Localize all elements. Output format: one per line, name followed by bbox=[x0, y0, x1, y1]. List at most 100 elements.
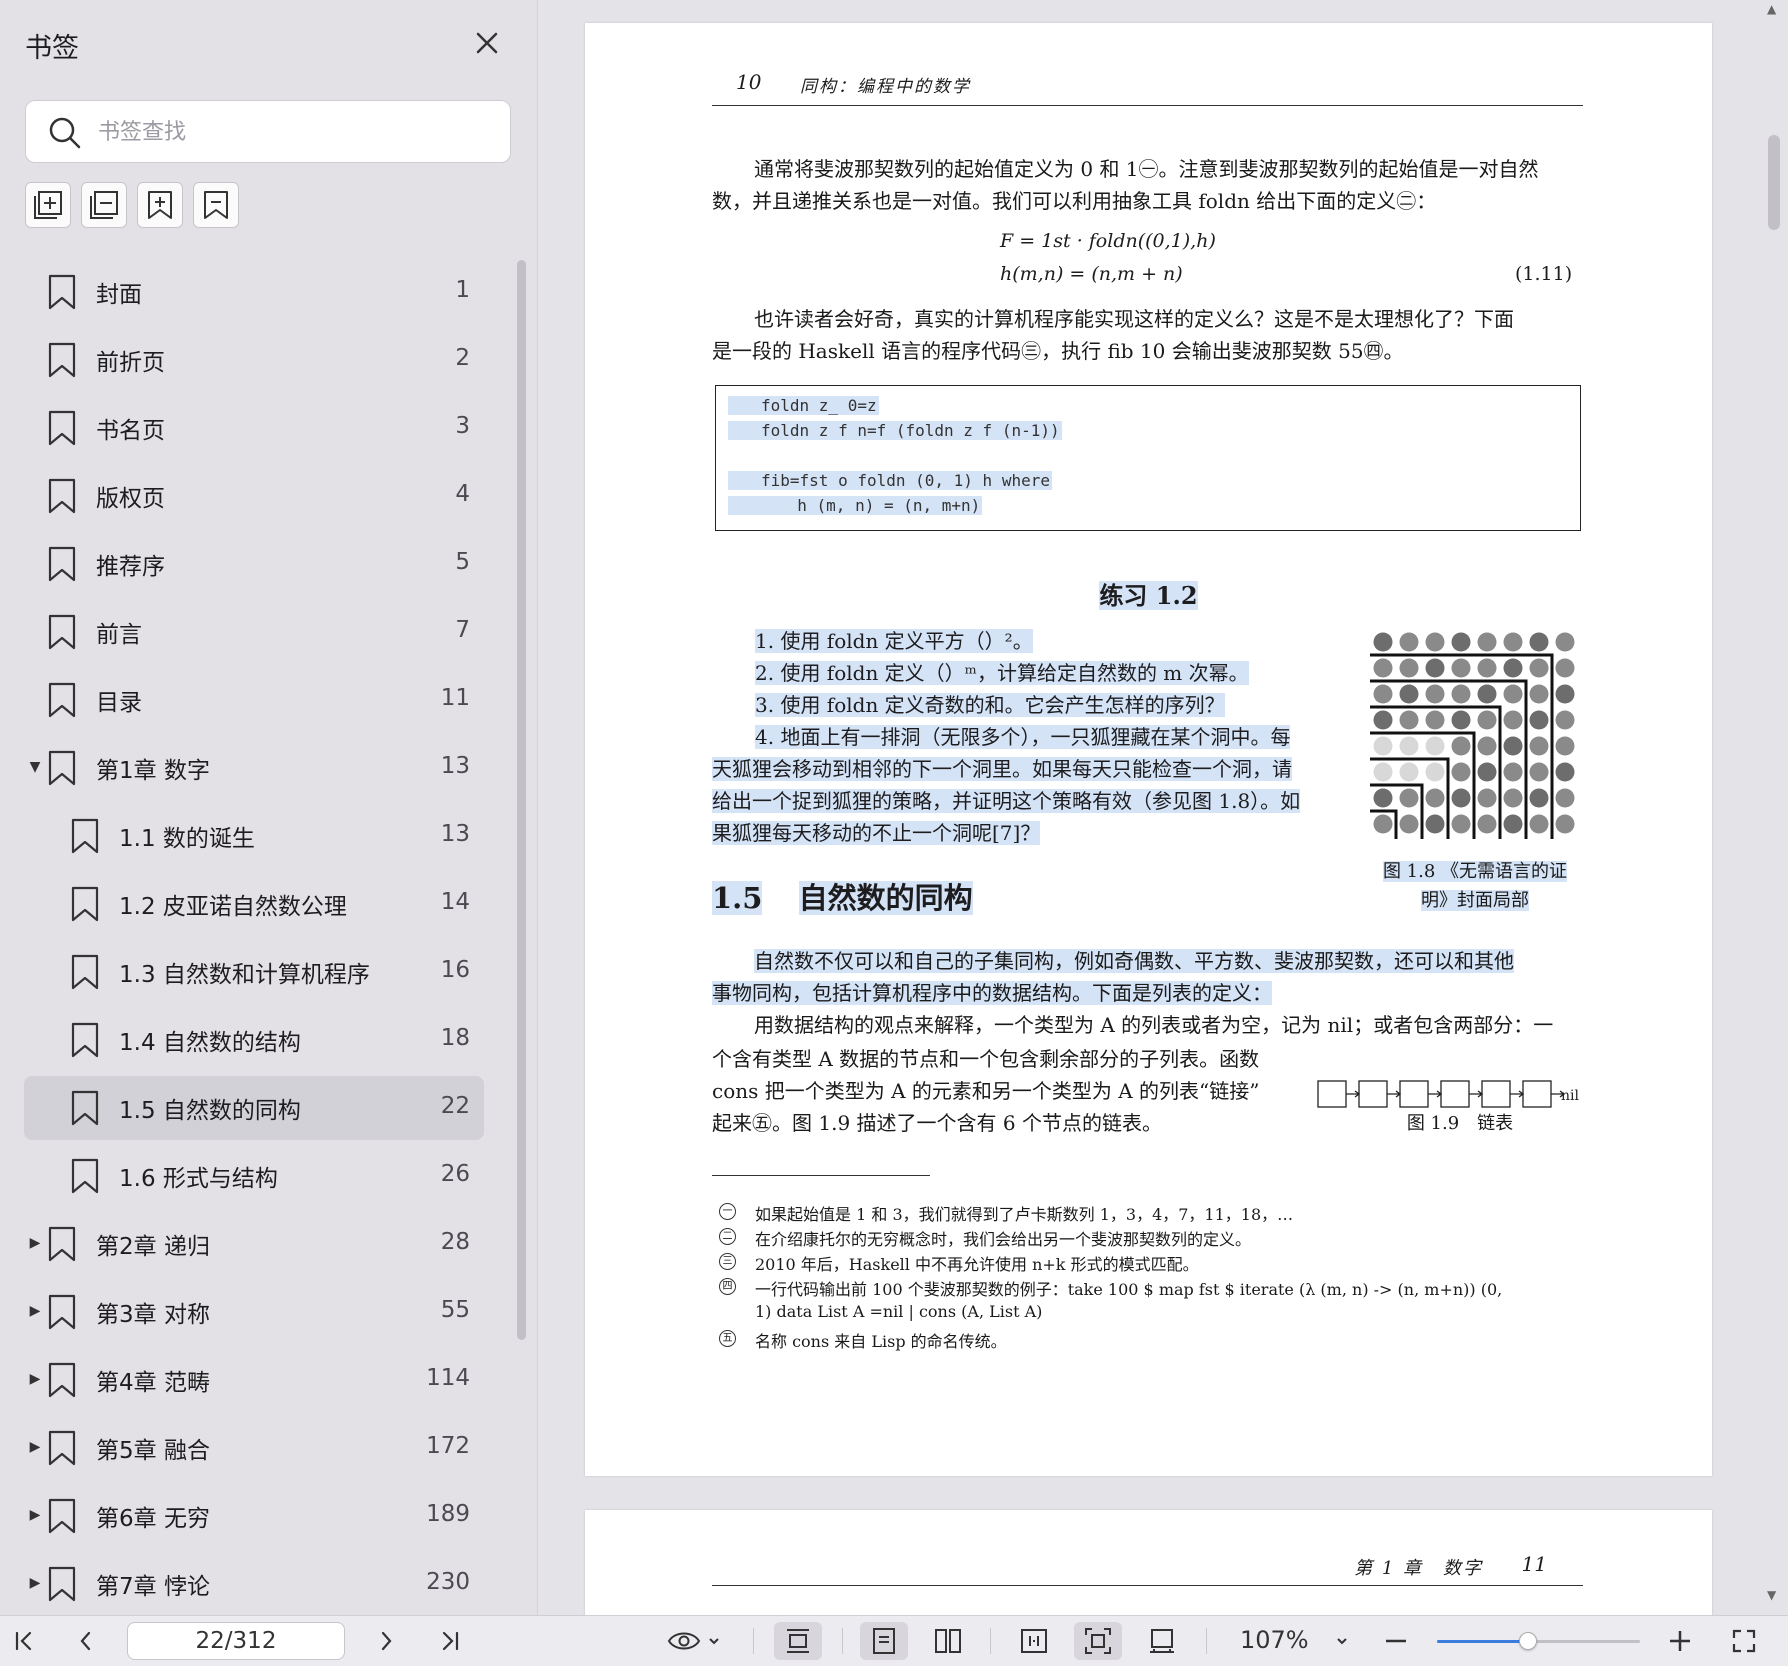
scroll-down-icon[interactable]: ▼ bbox=[1767, 1588, 1776, 1602]
bookmark-item[interactable]: 前言 7 bbox=[0, 598, 520, 666]
bookmark-item[interactable]: ▶ 第2章 递归 28 bbox=[0, 1210, 520, 1278]
bookmark-item[interactable]: 1.2 皮亚诺自然数公理 14 bbox=[0, 870, 520, 938]
fit-width-button[interactable] bbox=[1010, 1622, 1058, 1660]
bookmark-search-box[interactable] bbox=[25, 100, 511, 163]
next-page-button[interactable] bbox=[368, 1622, 404, 1660]
bookmark-page-number: 4 bbox=[455, 481, 470, 507]
running-head: 第 1 章 数字 11 bbox=[712, 1550, 1583, 1586]
footnote-marker: 二 bbox=[719, 1228, 736, 1245]
close-icon[interactable] bbox=[470, 26, 504, 60]
text-line: 事物同构，包括计算机程序中的数据结构。下面是列表的定义： bbox=[712, 977, 1592, 1009]
equation-number: (1.11) bbox=[1515, 263, 1573, 285]
bookmark-item[interactable]: ▶ 第3章 对称 55 bbox=[0, 1278, 520, 1346]
zoom-slider-knob[interactable] bbox=[1519, 1632, 1538, 1650]
grid-dot bbox=[1425, 632, 1445, 652]
list-arrow bbox=[1387, 1090, 1402, 1098]
footnote-marker: 三 bbox=[719, 1253, 736, 1270]
bookmark-item[interactable]: 前折页 2 bbox=[0, 326, 520, 394]
continuous-scroll-button[interactable] bbox=[774, 1622, 822, 1660]
bookmark-search-input[interactable] bbox=[98, 111, 488, 153]
expand-all-button[interactable] bbox=[25, 182, 71, 228]
grid-dot bbox=[1555, 632, 1575, 652]
single-page-button[interactable] bbox=[860, 1622, 908, 1660]
grid-dot bbox=[1425, 788, 1445, 808]
bookmark-page-number: 1 bbox=[455, 277, 470, 303]
footnote-marker: 五 bbox=[719, 1330, 736, 1347]
view-mode-dropdown[interactable] bbox=[662, 1622, 726, 1660]
bookmark-item[interactable]: ▶ 第4章 范畴 114 bbox=[0, 1346, 520, 1414]
bookmark-item[interactable]: 1.5 自然数的同构 22 bbox=[0, 1074, 520, 1142]
caret-right-icon[interactable]: ▶ bbox=[28, 1574, 42, 1592]
bookmark-page-number: 189 bbox=[426, 1501, 470, 1527]
bookmark-item[interactable]: ▼ 第1章 数字 13 bbox=[0, 734, 520, 802]
bookmark-item[interactable]: ▶ 第7章 悖论 230 bbox=[0, 1550, 520, 1618]
bookmark-item[interactable]: 1.3 自然数和计算机程序 16 bbox=[0, 938, 520, 1006]
grid-dot bbox=[1477, 736, 1497, 756]
footnote-rule bbox=[712, 1175, 930, 1176]
figure-caption: 图 1.9 链表 bbox=[1406, 1113, 1514, 1134]
caret-right-icon[interactable]: ▶ bbox=[28, 1302, 42, 1320]
zoom-level[interactable]: 107% bbox=[1240, 1626, 1309, 1654]
expand-all-icon bbox=[34, 191, 62, 219]
grid-dot bbox=[1373, 814, 1393, 834]
exercise-text: 1. 使用 foldn 定义平方（）²。 bbox=[755, 629, 1033, 653]
figure-caption: 明》封面局部 bbox=[1365, 886, 1585, 912]
page-number-input[interactable]: 22/312 bbox=[127, 1622, 345, 1660]
bookmark-page-number: 14 bbox=[440, 889, 470, 915]
grid-dot bbox=[1555, 814, 1575, 834]
bookmark-icon bbox=[48, 1430, 76, 1466]
first-page-button[interactable] bbox=[6, 1622, 42, 1660]
caret-right-icon[interactable]: ▶ bbox=[28, 1506, 42, 1524]
zoom-dropdown[interactable] bbox=[1324, 1622, 1360, 1660]
zoom-slider[interactable] bbox=[1437, 1632, 1640, 1650]
grid-dot bbox=[1425, 814, 1445, 834]
caret-right-icon[interactable]: ▶ bbox=[28, 1438, 42, 1456]
two-page-button[interactable] bbox=[924, 1622, 972, 1660]
remove-bookmark-button[interactable] bbox=[193, 182, 239, 228]
exercise-text: 给出一个捉到狐狸的策略，并证明这个策略有效（参见图 1.8）。如 bbox=[712, 789, 1301, 813]
caret-right-icon[interactable]: ▶ bbox=[28, 1234, 42, 1252]
bookmark-icon bbox=[48, 1566, 76, 1602]
bookmark-page-number: 11 bbox=[440, 685, 470, 711]
bookmark-item[interactable]: 封面 1 bbox=[0, 258, 520, 326]
bookmark-label: 书名页 bbox=[96, 418, 165, 444]
caret-down-icon[interactable]: ▼ bbox=[28, 758, 42, 776]
figure-caption: 图 1.8 《无需语言的证 bbox=[1365, 857, 1585, 883]
bookmark-item[interactable]: 1.1 数的诞生 13 bbox=[0, 802, 520, 870]
exercise-item: 天狐狸会移动到相邻的下一个洞里。如果每天只能检查一个洞，请 bbox=[712, 753, 1292, 785]
grid-dot bbox=[1399, 632, 1419, 652]
exercise-text: 天狐狸会移动到相邻的下一个洞里。如果每天只能检查一个洞，请 bbox=[712, 757, 1292, 781]
zoom-out-button[interactable] bbox=[1378, 1622, 1414, 1660]
bookmark-icon bbox=[48, 614, 76, 650]
last-page-button[interactable] bbox=[432, 1622, 468, 1660]
grid-dot bbox=[1529, 632, 1549, 652]
bookmark-item[interactable]: 1.6 形式与结构 26 bbox=[0, 1142, 520, 1210]
fit-page-button[interactable] bbox=[1074, 1622, 1122, 1660]
fullscreen-button[interactable] bbox=[1726, 1622, 1762, 1660]
bottom-toolbar: 22/312 107% bbox=[0, 1615, 1788, 1666]
bookmark-item[interactable]: 1.4 自然数的结构 18 bbox=[0, 1006, 520, 1074]
add-bookmark-button[interactable] bbox=[137, 182, 183, 228]
bookmark-item[interactable]: ▶ 第6章 无穷 189 bbox=[0, 1482, 520, 1550]
bookmark-page-number: 114 bbox=[426, 1365, 470, 1391]
exercise-item: 1. 使用 foldn 定义平方（）²。 bbox=[755, 625, 1033, 657]
sidebar-scrollbar[interactable] bbox=[517, 260, 526, 1340]
code-block: foldn z_ 0=z foldn z f n=f (foldn z f (n… bbox=[715, 385, 1581, 531]
nil-label: nil bbox=[1561, 1088, 1579, 1104]
bookmark-item[interactable]: ▶ 第5章 融合 172 bbox=[0, 1414, 520, 1482]
footnote: 五 名称 cons 来自 Lisp 的命名传统。 bbox=[719, 1328, 1007, 1352]
zoom-in-button[interactable] bbox=[1662, 1622, 1698, 1660]
bookmark-item[interactable]: 目录 11 bbox=[0, 666, 520, 734]
rotate-page-button[interactable] bbox=[1138, 1622, 1186, 1660]
grid-dot bbox=[1399, 814, 1419, 834]
scroll-up-icon[interactable]: ▲ bbox=[1767, 2, 1776, 16]
bookmark-label: 1.3 自然数和计算机程序 bbox=[119, 962, 370, 988]
document-scrollbar[interactable] bbox=[1768, 135, 1780, 230]
bookmark-item[interactable]: 书名页 3 bbox=[0, 394, 520, 462]
bookmark-item[interactable]: 推荐序 5 bbox=[0, 530, 520, 598]
collapse-all-button[interactable] bbox=[81, 182, 127, 228]
caret-right-icon[interactable]: ▶ bbox=[28, 1370, 42, 1388]
bookmark-item[interactable]: 版权页 4 bbox=[0, 462, 520, 530]
previous-page-button[interactable] bbox=[68, 1622, 104, 1660]
grid-dot bbox=[1503, 684, 1523, 704]
